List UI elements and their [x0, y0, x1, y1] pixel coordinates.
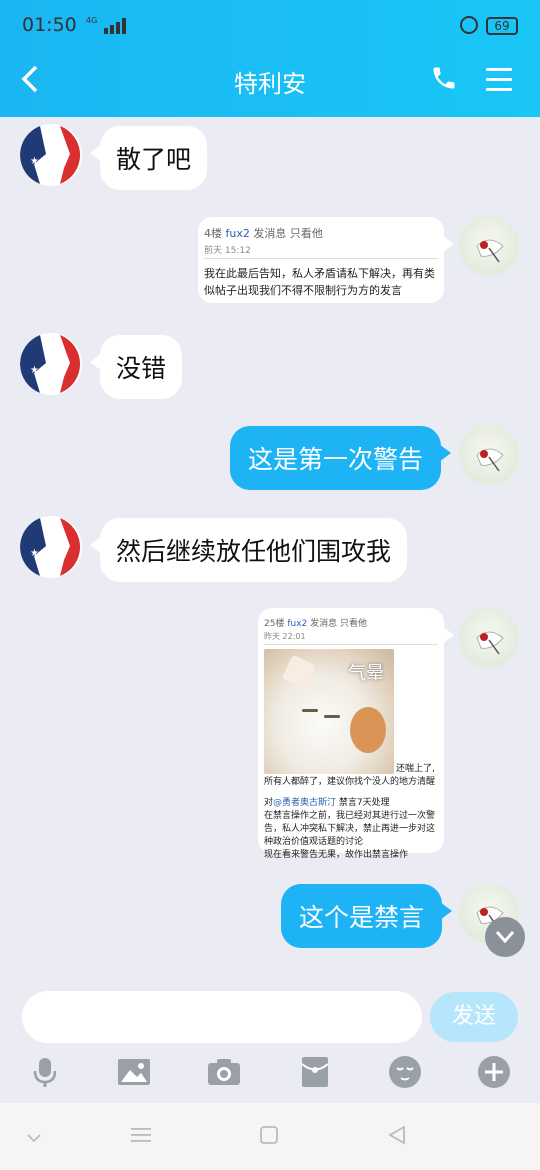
message-input[interactable]	[22, 991, 422, 1043]
menu-nav-icon[interactable]	[131, 1125, 151, 1149]
avatar[interactable]: ★	[20, 516, 82, 578]
microphone-icon[interactable]	[28, 1055, 62, 1089]
camera-icon[interactable]	[207, 1055, 241, 1089]
post-user[interactable]: fux2	[226, 227, 250, 240]
svg-text:★: ★	[30, 548, 39, 559]
quoted-post-card[interactable]: 4楼 fux2 发消息 只看他 前天 15:12 我在此最后告知，私人矛盾请私下…	[198, 217, 454, 303]
post-body: 所有人都醉了，建议你找个没人的地方清醒 对@勇者奥古斯汀 禁言7天处理 在禁言操…	[264, 777, 436, 860]
battery-indicator: 69	[486, 17, 518, 35]
avatar[interactable]: ★	[20, 124, 82, 186]
emoji-icon[interactable]	[388, 1055, 422, 1089]
status-time: 01:50	[22, 14, 77, 36]
back-nav-icon[interactable]	[388, 1125, 406, 1150]
message-bubble[interactable]: 然后继续放任他们围攻我	[89, 518, 408, 582]
avatar[interactable]	[459, 608, 519, 668]
input-toolbar	[0, 1055, 540, 1095]
user-mention[interactable]: @勇者奥古斯汀	[273, 798, 336, 808]
message-bubble-self[interactable]: 这是第一次警告	[230, 426, 452, 490]
plus-icon[interactable]	[477, 1055, 511, 1089]
message-bubble-self[interactable]: 这个是禁言	[281, 884, 453, 948]
svg-text:★: ★	[30, 365, 39, 376]
home-icon[interactable]	[260, 1125, 278, 1149]
avatar[interactable]	[459, 425, 519, 485]
red-packet-icon[interactable]	[298, 1055, 332, 1089]
send-button[interactable]: 发送	[430, 992, 518, 1042]
post-text: 还喘上了,	[396, 764, 435, 774]
avatar[interactable]: ★	[20, 333, 82, 395]
post-body: 我在此最后告知，私人矛盾请私下解决，再有类似帖子出现我们不得不限制行为方的发言	[204, 267, 435, 297]
avatar[interactable]	[459, 216, 519, 276]
quoted-post-card[interactable]: 25楼 fux2 发消息 只看他 昨天 22:01 气晕 还喘上了, 所有人都醉…	[258, 608, 454, 860]
signal-icon	[104, 18, 126, 34]
alarm-icon	[460, 16, 478, 34]
post-time: 前天 15:12	[204, 246, 251, 256]
chat-header: 01:50 4G 69 特利安	[0, 0, 540, 117]
svg-text:★: ★	[30, 156, 39, 167]
phone-icon[interactable]	[430, 64, 458, 92]
system-nav-bar	[0, 1103, 540, 1170]
message-bubble[interactable]: 散了吧	[89, 126, 208, 190]
network-type: 4G	[86, 16, 98, 25]
status-bar: 01:50 4G 69	[22, 14, 518, 40]
post-time: 昨天 22:01	[264, 632, 306, 641]
chevron-down-icon[interactable]	[26, 1125, 42, 1149]
post-meta: 25楼 fux2 发消息 只看他 昨天 22:01	[264, 616, 438, 645]
cat-sticker-image[interactable]: 气晕	[264, 649, 394, 774]
image-caption: 气晕	[348, 663, 384, 684]
post-user[interactable]: fux2	[287, 619, 307, 629]
post-meta: 4楼 fux2 发消息 只看他 前天 15:12	[204, 225, 438, 259]
scroll-down-icon[interactable]	[485, 917, 525, 957]
image-icon[interactable]	[117, 1055, 151, 1089]
menu-icon[interactable]	[486, 68, 512, 91]
message-bubble[interactable]: 没错	[89, 335, 183, 399]
chat-title: 特利安	[234, 70, 306, 98]
